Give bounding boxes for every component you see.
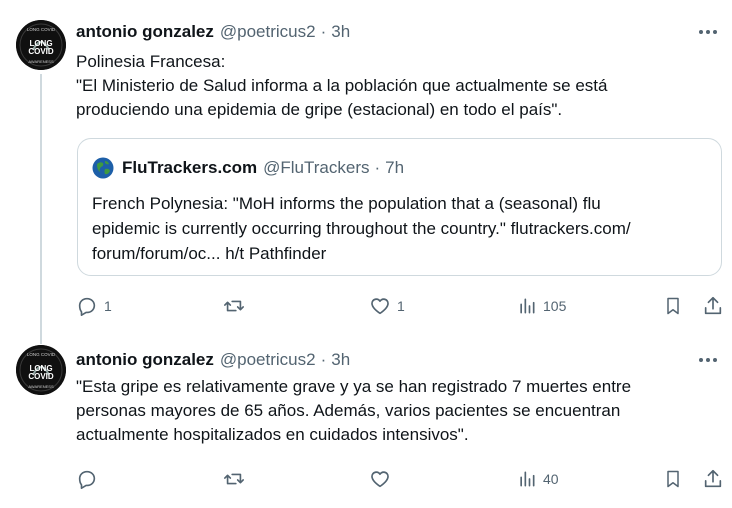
tweet-text-line: "Esta gripe es relativamente grave y ya …: [76, 377, 632, 396]
separator-dot: ·: [320, 350, 327, 369]
share-icon: [704, 469, 722, 488]
svg-text:LONG COVID: LONG COVID: [27, 27, 56, 32]
reply-count: 1: [104, 298, 112, 314]
bookmark-button[interactable]: [663, 294, 683, 318]
svg-text:COVID: COVID: [28, 47, 54, 56]
bookmark-button[interactable]: [663, 467, 683, 491]
reply-button[interactable]: [76, 467, 104, 491]
more-options-button[interactable]: [696, 351, 720, 369]
more-icon: [699, 30, 717, 34]
views-count: 105: [543, 298, 567, 314]
quote-header: FluTrackers.com @FluTrackers · 7h: [92, 157, 404, 179]
like-count: 1: [397, 298, 405, 314]
views-button[interactable]: 40: [517, 467, 559, 491]
svg-text:COVID: COVID: [28, 372, 54, 381]
tweet-text: Polinesia Francesa: "El Ministerio de Sa…: [76, 50, 716, 122]
tweet-text-line: produciendo una epidemia de gripe (estac…: [76, 100, 563, 119]
author-handle[interactable]: @poetricus2: [220, 350, 316, 370]
tweet-text: "Esta gripe es relativamente grave y ya …: [76, 375, 716, 447]
svg-text:AWARENESS: AWARENESS: [28, 384, 54, 389]
reply-icon: [78, 297, 96, 316]
timestamp[interactable]: 3h: [331, 350, 350, 370]
tweet-header: antonio gonzalez @poetricus2 · 3h: [76, 21, 350, 43]
more-icon: [699, 358, 717, 362]
globe-avatar-icon: [92, 157, 114, 179]
svg-text:AWARENESS: AWARENESS: [28, 59, 54, 64]
author-handle[interactable]: @poetricus2: [220, 22, 316, 42]
quote-text-line: epidemic is currently occurring througho…: [92, 219, 631, 238]
like-button[interactable]: 1: [369, 294, 405, 318]
separator-dot: ·: [374, 158, 381, 177]
views-icon: [520, 471, 535, 487]
retweet-icon: [224, 300, 244, 312]
tweet[interactable]: LONG COVID LONG COVID AWARENESS antonio …: [0, 0, 732, 330]
quote-timestamp[interactable]: 7h: [385, 158, 404, 178]
quote-text-line: French Polynesia: "MoH informs the popul…: [92, 194, 601, 213]
bookmark-icon: [667, 297, 679, 315]
timestamp[interactable]: 3h: [331, 22, 350, 42]
heart-icon: [371, 471, 389, 488]
reply-button[interactable]: 1: [76, 294, 112, 318]
retweet-button[interactable]: [222, 467, 252, 491]
quoted-tweet[interactable]: FluTrackers.com @FluTrackers · 7h French…: [77, 138, 722, 276]
bookmark-icon: [667, 470, 679, 488]
views-icon: [520, 298, 535, 314]
tweet[interactable]: LONG COVID LONG COVID AWARENESS antonio …: [0, 330, 732, 508]
quote-author-handle[interactable]: @FluTrackers: [263, 158, 369, 178]
reply-icon: [78, 470, 96, 489]
tweet-text-line: Polinesia Francesa:: [76, 52, 226, 71]
quote-author-name[interactable]: FluTrackers.com: [122, 158, 257, 178]
share-button[interactable]: [702, 294, 724, 318]
views-count: 40: [543, 471, 559, 487]
quote-text: French Polynesia: "MoH informs the popul…: [92, 191, 712, 266]
share-button[interactable]: [702, 467, 724, 491]
tweet-actions: 40: [76, 467, 726, 491]
views-button[interactable]: 105: [517, 294, 566, 318]
tweet-header: antonio gonzalez @poetricus2 · 3h: [76, 349, 350, 371]
heart-icon: [371, 298, 389, 315]
retweet-icon: [224, 473, 244, 485]
tweet-text-line: personas mayores de 65 años. Además, var…: [76, 401, 621, 420]
author-name[interactable]: antonio gonzalez: [76, 350, 214, 370]
tweet-text-line: "El Ministerio de Salud informa a la pob…: [76, 76, 608, 95]
tweet-actions: 1 1 105: [76, 294, 726, 318]
like-button[interactable]: [369, 467, 397, 491]
more-options-button[interactable]: [696, 23, 720, 41]
quote-text-line: forum/forum/oc... h/t Pathfinder: [92, 244, 327, 263]
author-name[interactable]: antonio gonzalez: [76, 22, 214, 42]
separator-dot: ·: [320, 22, 327, 41]
avatar[interactable]: LONG COVID LONG COVID AWARENESS: [16, 20, 66, 70]
tweet-text-line: actualmente hospitalizados en cuidados i…: [76, 425, 469, 444]
avatar[interactable]: LONG COVID LONG COVID AWARENESS: [16, 345, 66, 395]
retweet-button[interactable]: [222, 294, 252, 318]
share-icon: [704, 296, 722, 315]
svg-text:LONG COVID: LONG COVID: [27, 352, 56, 357]
